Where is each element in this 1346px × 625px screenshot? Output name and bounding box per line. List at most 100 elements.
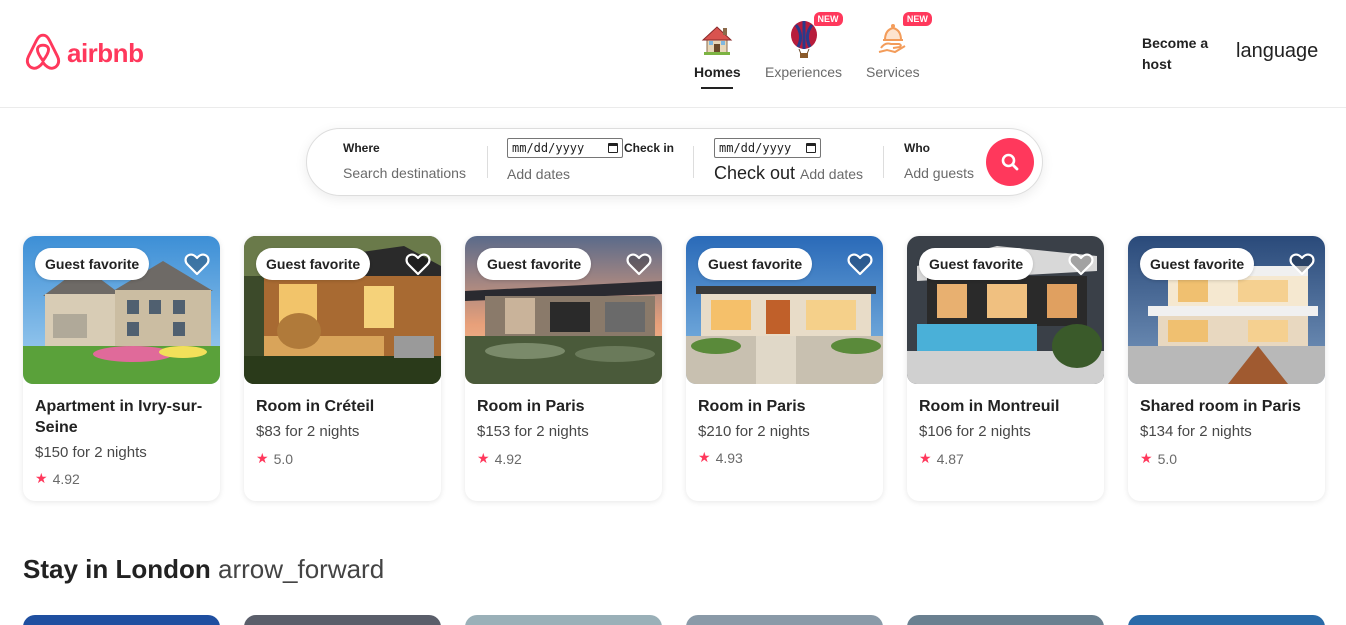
category-services[interactable]: NEW Services (866, 12, 932, 80)
arrow-forward-icon[interactable]: arrow_forward (218, 554, 384, 584)
calendar-icon (608, 143, 618, 153)
listing-price: $134 for 2 nights (1140, 423, 1252, 440)
divider (487, 146, 488, 178)
listing-title: Room in Paris (698, 398, 806, 415)
listing-photo[interactable] (465, 615, 662, 625)
search-button[interactable] (986, 138, 1034, 186)
star-icon: ★ (1140, 450, 1153, 466)
rating-value: 4.92 (52, 470, 80, 487)
listing-rating: ★ 4.92 (35, 470, 80, 487)
guest-favorite-badge: Guest favorite (35, 248, 150, 280)
section-title: Stay in London (23, 554, 211, 584)
checkin-date-value: mm/dd/yyyy (512, 141, 585, 155)
where-field[interactable]: Where Search destinations (327, 129, 487, 195)
guest-favorite-badge: Guest favorite (256, 248, 371, 280)
listing-price: $210 for 2 nights (698, 423, 810, 440)
new-badge: NEW (813, 12, 843, 26)
divider (883, 146, 884, 178)
guest-favorite-badge: Guest favorite (919, 248, 1034, 280)
checkout-field[interactable]: mm/dd/yyyy Check out Add dates (714, 129, 884, 195)
listing-rating: ★ 5.0 (1140, 450, 1177, 467)
checkin-date-input[interactable]: mm/dd/yyyy (507, 138, 623, 158)
logo-text: airbnb (67, 37, 144, 68)
rating-value: 4.92 (494, 450, 522, 467)
who-input[interactable]: Add guests (904, 165, 974, 181)
rating-value: 4.87 (936, 450, 964, 467)
checkin-label: Check in (624, 141, 675, 155)
listing-rating: ★ 5.0 (256, 450, 293, 467)
star-icon: ★ (919, 450, 932, 466)
rating-value: 5.0 (1157, 450, 1178, 467)
star-icon: ★ (256, 450, 269, 466)
listing-price: $153 for 2 nights (477, 423, 589, 440)
active-underline (701, 87, 734, 89)
listing-title: Shared room in Paris (1140, 398, 1301, 415)
listing-price: $150 for 2 nights (35, 444, 147, 461)
heart-icon[interactable] (1068, 252, 1094, 276)
listing-photo[interactable] (686, 615, 883, 625)
listing-card[interactable]: Guest favorite Apartment in Ivry-sur-Sei… (23, 236, 220, 501)
guest-favorite-badge: Guest favorite (477, 248, 592, 280)
listing-title: Room in Paris (477, 398, 585, 415)
category-homes[interactable]: Homes (694, 20, 741, 89)
listing-card[interactable]: Guest favorite Room in Créteil $83 for 2… (244, 236, 441, 501)
listing-photo[interactable]: Guest favorite (465, 236, 662, 384)
new-badge: NEW (902, 12, 932, 26)
heart-icon[interactable] (405, 252, 431, 276)
who-field[interactable]: Who Add guests (904, 129, 984, 195)
listing-photo[interactable] (907, 615, 1104, 625)
listing-rating: ★ 4.92 (477, 450, 522, 467)
language-button[interactable]: language (1236, 40, 1318, 63)
category-label: Services (866, 64, 920, 80)
listing-photo[interactable]: Guest favorite (244, 236, 441, 384)
checkin-placeholder: Add dates (507, 166, 571, 182)
listing-photo[interactable]: Guest favorite (907, 236, 1104, 384)
listing-rating: ★ 4.87 (919, 450, 964, 467)
heart-icon[interactable] (184, 252, 210, 276)
listing-photo[interactable]: Guest favorite (1128, 236, 1325, 384)
listing-card[interactable]: Guest favorite Shared room in Paris $134… (1128, 236, 1325, 501)
top-header: airbnb Homes NEW Experiences NEW Service… (0, 0, 1346, 108)
listing-photo[interactable] (23, 615, 220, 625)
guest-favorite-badge: Guest favorite (698, 248, 813, 280)
london-listing-row (23, 615, 1325, 625)
heart-icon[interactable] (1289, 252, 1315, 276)
listing-rating: ★ 4.93 (698, 449, 743, 466)
star-icon: ★ (698, 449, 711, 465)
listing-title: Room in Montreuil (919, 398, 1060, 415)
section-heading[interactable]: Stay in London arrow_forward (23, 554, 384, 585)
listing-price: $83 for 2 nights (256, 423, 360, 440)
airbnb-logo[interactable]: airbnb (25, 33, 144, 73)
star-icon: ★ (477, 450, 490, 466)
checkout-placeholder: Add dates (800, 166, 864, 182)
listing-title: Apartment in Ivry-sur-Seine (35, 398, 203, 436)
divider (693, 146, 694, 178)
listing-photo[interactable]: Guest favorite (23, 236, 220, 384)
heart-icon[interactable] (626, 252, 652, 276)
category-label: Homes (694, 64, 741, 80)
listing-card[interactable]: Guest favorite Room in Montreuil $106 fo… (907, 236, 1104, 501)
listing-price: $106 for 2 nights (919, 423, 1031, 440)
listing-title: Room in Créteil (256, 398, 375, 415)
hot-air-balloon-icon: NEW (784, 12, 843, 60)
rating-value: 5.0 (273, 450, 294, 467)
listing-photo[interactable] (1128, 615, 1325, 625)
listing-card[interactable]: Guest favorite Room in Paris $210 for 2 … (686, 236, 883, 501)
star-icon: ★ (35, 470, 48, 486)
listing-card[interactable]: Guest favorite Room in Paris $153 for 2 … (465, 236, 662, 501)
category-experiences[interactable]: NEW Experiences (765, 12, 843, 80)
guest-favorite-badge: Guest favorite (1140, 248, 1255, 280)
checkout-date-input[interactable]: mm/dd/yyyy (714, 138, 821, 158)
become-host-link[interactable]: Become a host (1142, 33, 1212, 75)
where-input[interactable]: Search destinations (343, 165, 466, 181)
checkin-field[interactable]: mm/dd/yyyy Check in Add dates (507, 129, 693, 195)
airbnb-logo-icon (25, 33, 61, 70)
bell-service-icon: NEW (873, 12, 932, 60)
house-icon (697, 20, 737, 60)
listing-photo[interactable] (244, 615, 441, 625)
heart-icon[interactable] (847, 252, 873, 276)
checkout-date-value: mm/dd/yyyy (719, 141, 792, 155)
rating-value: 4.93 (715, 449, 743, 466)
calendar-icon (806, 143, 816, 153)
listing-photo[interactable]: Guest favorite (686, 236, 883, 384)
